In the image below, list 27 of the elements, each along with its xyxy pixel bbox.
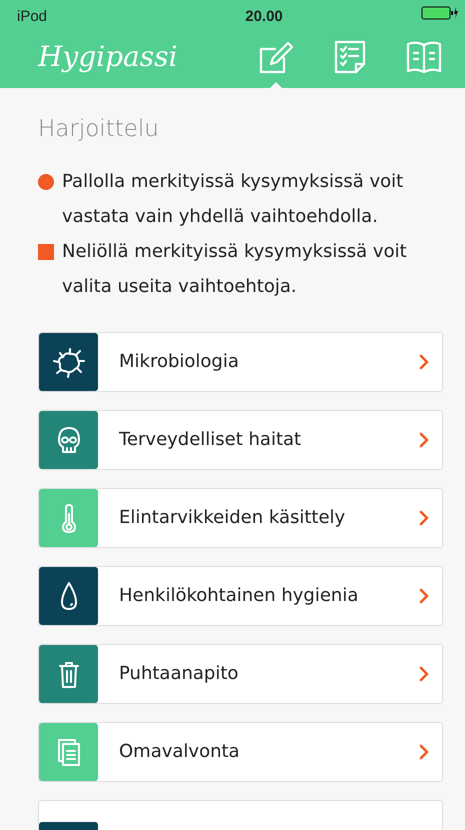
topic-label: Henkilökohtainen hygienia <box>119 584 360 608</box>
chevron-right-icon <box>418 742 430 761</box>
instruction-text: Neliöllä merkityissä kysymyksissä voit valita useita vaihtoehtoja. <box>62 240 408 299</box>
square-marker-icon <box>38 244 54 260</box>
chevron-right-icon <box>418 430 430 449</box>
topic-list-item[interactable]: Elintarvikkeiden käsittely <box>38 488 443 548</box>
page-title: Harjoittelu <box>38 116 160 144</box>
battery-icon <box>420 6 459 20</box>
topic-list-item[interactable]: Terveydelliset haitat <box>38 410 443 470</box>
topic-list-item[interactable]: Mikrobiologia <box>38 332 443 392</box>
circle-marker-icon <box>38 174 54 190</box>
topic-label: Elintarvikkeiden käsittely <box>119 506 346 530</box>
instruction-text: Pallolla merkityissä kysymyksissä voit vastata vain yhdellä vaihtoehdolla. <box>62 170 404 229</box>
app-logo: Hygipassi <box>38 43 178 71</box>
topic-list-item[interactable]: Puhtaanapito <box>38 644 443 704</box>
topic-label: Omavalvonta <box>119 740 241 764</box>
topic-label: Mikrobiologia <box>119 350 240 374</box>
clock-time: 20.00 <box>245 7 283 27</box>
topic-list-item[interactable]: Omavalvonta <box>38 722 443 782</box>
topic-label: Puhtaanapito <box>119 662 240 686</box>
device-name: iPod <box>17 7 48 27</box>
topic-label: Terveydelliset haitat <box>119 428 302 452</box>
chevron-right-icon <box>418 352 430 371</box>
chevron-right-icon <box>418 586 430 605</box>
chevron-right-icon <box>418 508 430 527</box>
chevron-right-icon <box>418 664 430 683</box>
topic-list-item[interactable]: Henkilökohtainen hygienia <box>38 566 443 626</box>
